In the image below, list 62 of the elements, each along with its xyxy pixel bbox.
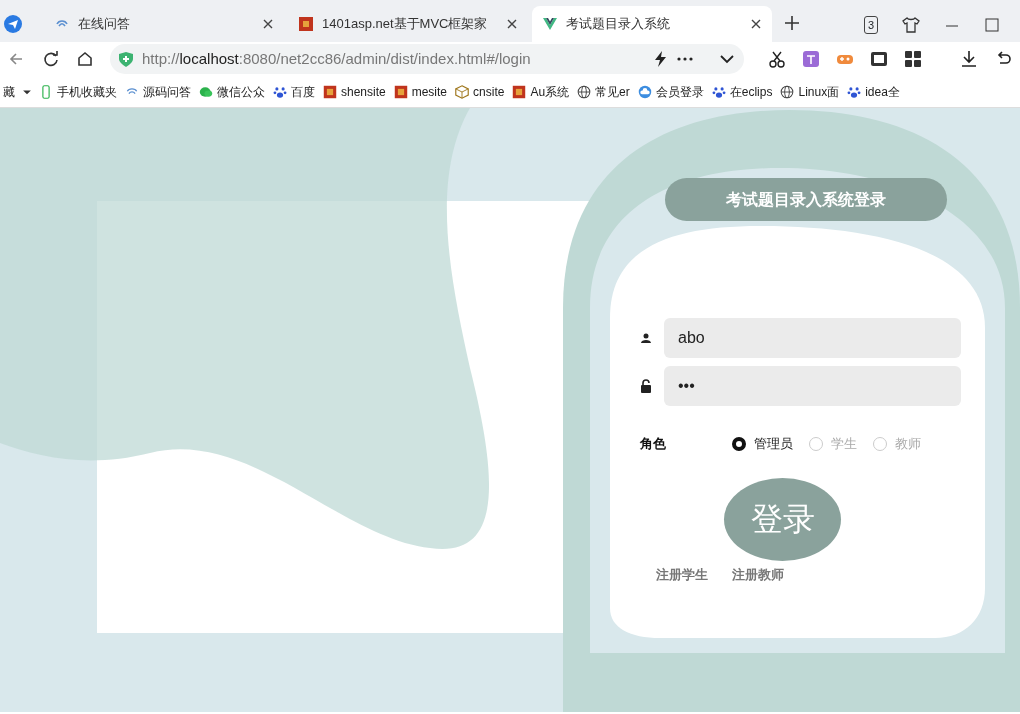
address-bar[interactable]: http://localhost:8080/net2cc86/admin/dist/index.html#/login: [110, 44, 744, 74]
bookmark-link[interactable]: 微信公众: [196, 80, 268, 103]
scissors-icon[interactable]: [768, 50, 786, 68]
bookmark-link[interactable]: mesite: [390, 80, 451, 103]
lightning-icon[interactable]: [652, 50, 668, 68]
shirt-icon[interactable]: [902, 15, 920, 34]
browser-tab[interactable]: 在线问答: [44, 6, 284, 42]
globe-icon: [577, 84, 592, 99]
close-icon[interactable]: [506, 18, 518, 30]
paw-icon: [847, 84, 862, 99]
bookmark-link[interactable]: shensite: [320, 80, 389, 103]
role-label: 角色: [640, 435, 667, 453]
bookmark-link[interactable]: 常见er: [574, 80, 633, 103]
plus-icon[interactable]: [784, 14, 800, 31]
bookmark-link[interactable]: Au系统: [509, 80, 573, 103]
square-icon: [323, 84, 337, 99]
login-title: 考试题目录入系统登录: [665, 178, 947, 221]
cube-icon: [455, 84, 470, 99]
browser-tab[interactable]: 1401asp.net基于MVC框架家: [288, 6, 528, 42]
tab-title: 考试题目录入系统: [566, 15, 671, 34]
globe-icon: [780, 84, 795, 99]
square-icon: [393, 84, 408, 99]
grid-icon[interactable]: [904, 50, 922, 68]
tab-title: 在线问答: [78, 15, 131, 34]
paw-icon: [273, 84, 287, 99]
radio-label[interactable]: 管理员: [754, 434, 793, 454]
translate-icon[interactable]: [802, 50, 820, 68]
person-icon: [640, 332, 652, 344]
bookmark-link[interactable]: 藏: [0, 80, 18, 103]
bookmark-link[interactable]: cnsite: [452, 80, 508, 103]
close-icon[interactable]: [750, 18, 762, 30]
send-icon[interactable]: [4, 15, 22, 33]
register-link[interactable]: 注册学生: [656, 564, 708, 584]
tab-count[interactable]: 3: [863, 15, 878, 34]
download-icon[interactable]: [960, 50, 978, 68]
bookmark-link[interactable]: 在eclips: [708, 80, 776, 103]
book-icon[interactable]: [870, 50, 888, 68]
username-field[interactable]: abo: [664, 318, 961, 358]
bookmark-link[interactable]: Linux面: [777, 80, 843, 103]
password-field[interactable]: •••: [664, 366, 961, 406]
refresh-icon[interactable]: [42, 50, 60, 68]
padlock-icon: [640, 379, 652, 393]
square-icon: [298, 16, 314, 32]
chat-icon: [199, 84, 213, 99]
phone-icon: [39, 84, 53, 99]
v-logo-icon: [542, 16, 558, 32]
bookmark-link[interactable]: idea全: [844, 80, 903, 103]
paw-icon: [711, 84, 726, 99]
tab-title: 1401asp.net基于MVC框架家: [322, 15, 489, 34]
cloud-icon: [637, 84, 652, 99]
close-icon[interactable]: [262, 18, 274, 30]
bookmark-link[interactable]: 会员登录: [634, 80, 707, 103]
browser-tab[interactable]: 考试题目录入系统: [532, 6, 772, 42]
square-icon: [512, 84, 527, 99]
bookmark-link[interactable]: 百度: [270, 80, 318, 103]
bookmark-link[interactable]: 手机收藏夹: [36, 80, 120, 103]
shield-icon: [118, 51, 134, 67]
maximize-icon[interactable]: [984, 16, 1000, 33]
register-link[interactable]: 注册教师: [732, 564, 784, 584]
bookmark-link[interactable]: 源码问答: [122, 80, 194, 103]
url-text: http://localhost:8080/net2cc86/admin/dist/index.html#/login: [142, 48, 532, 69]
home-icon[interactable]: [76, 50, 94, 68]
